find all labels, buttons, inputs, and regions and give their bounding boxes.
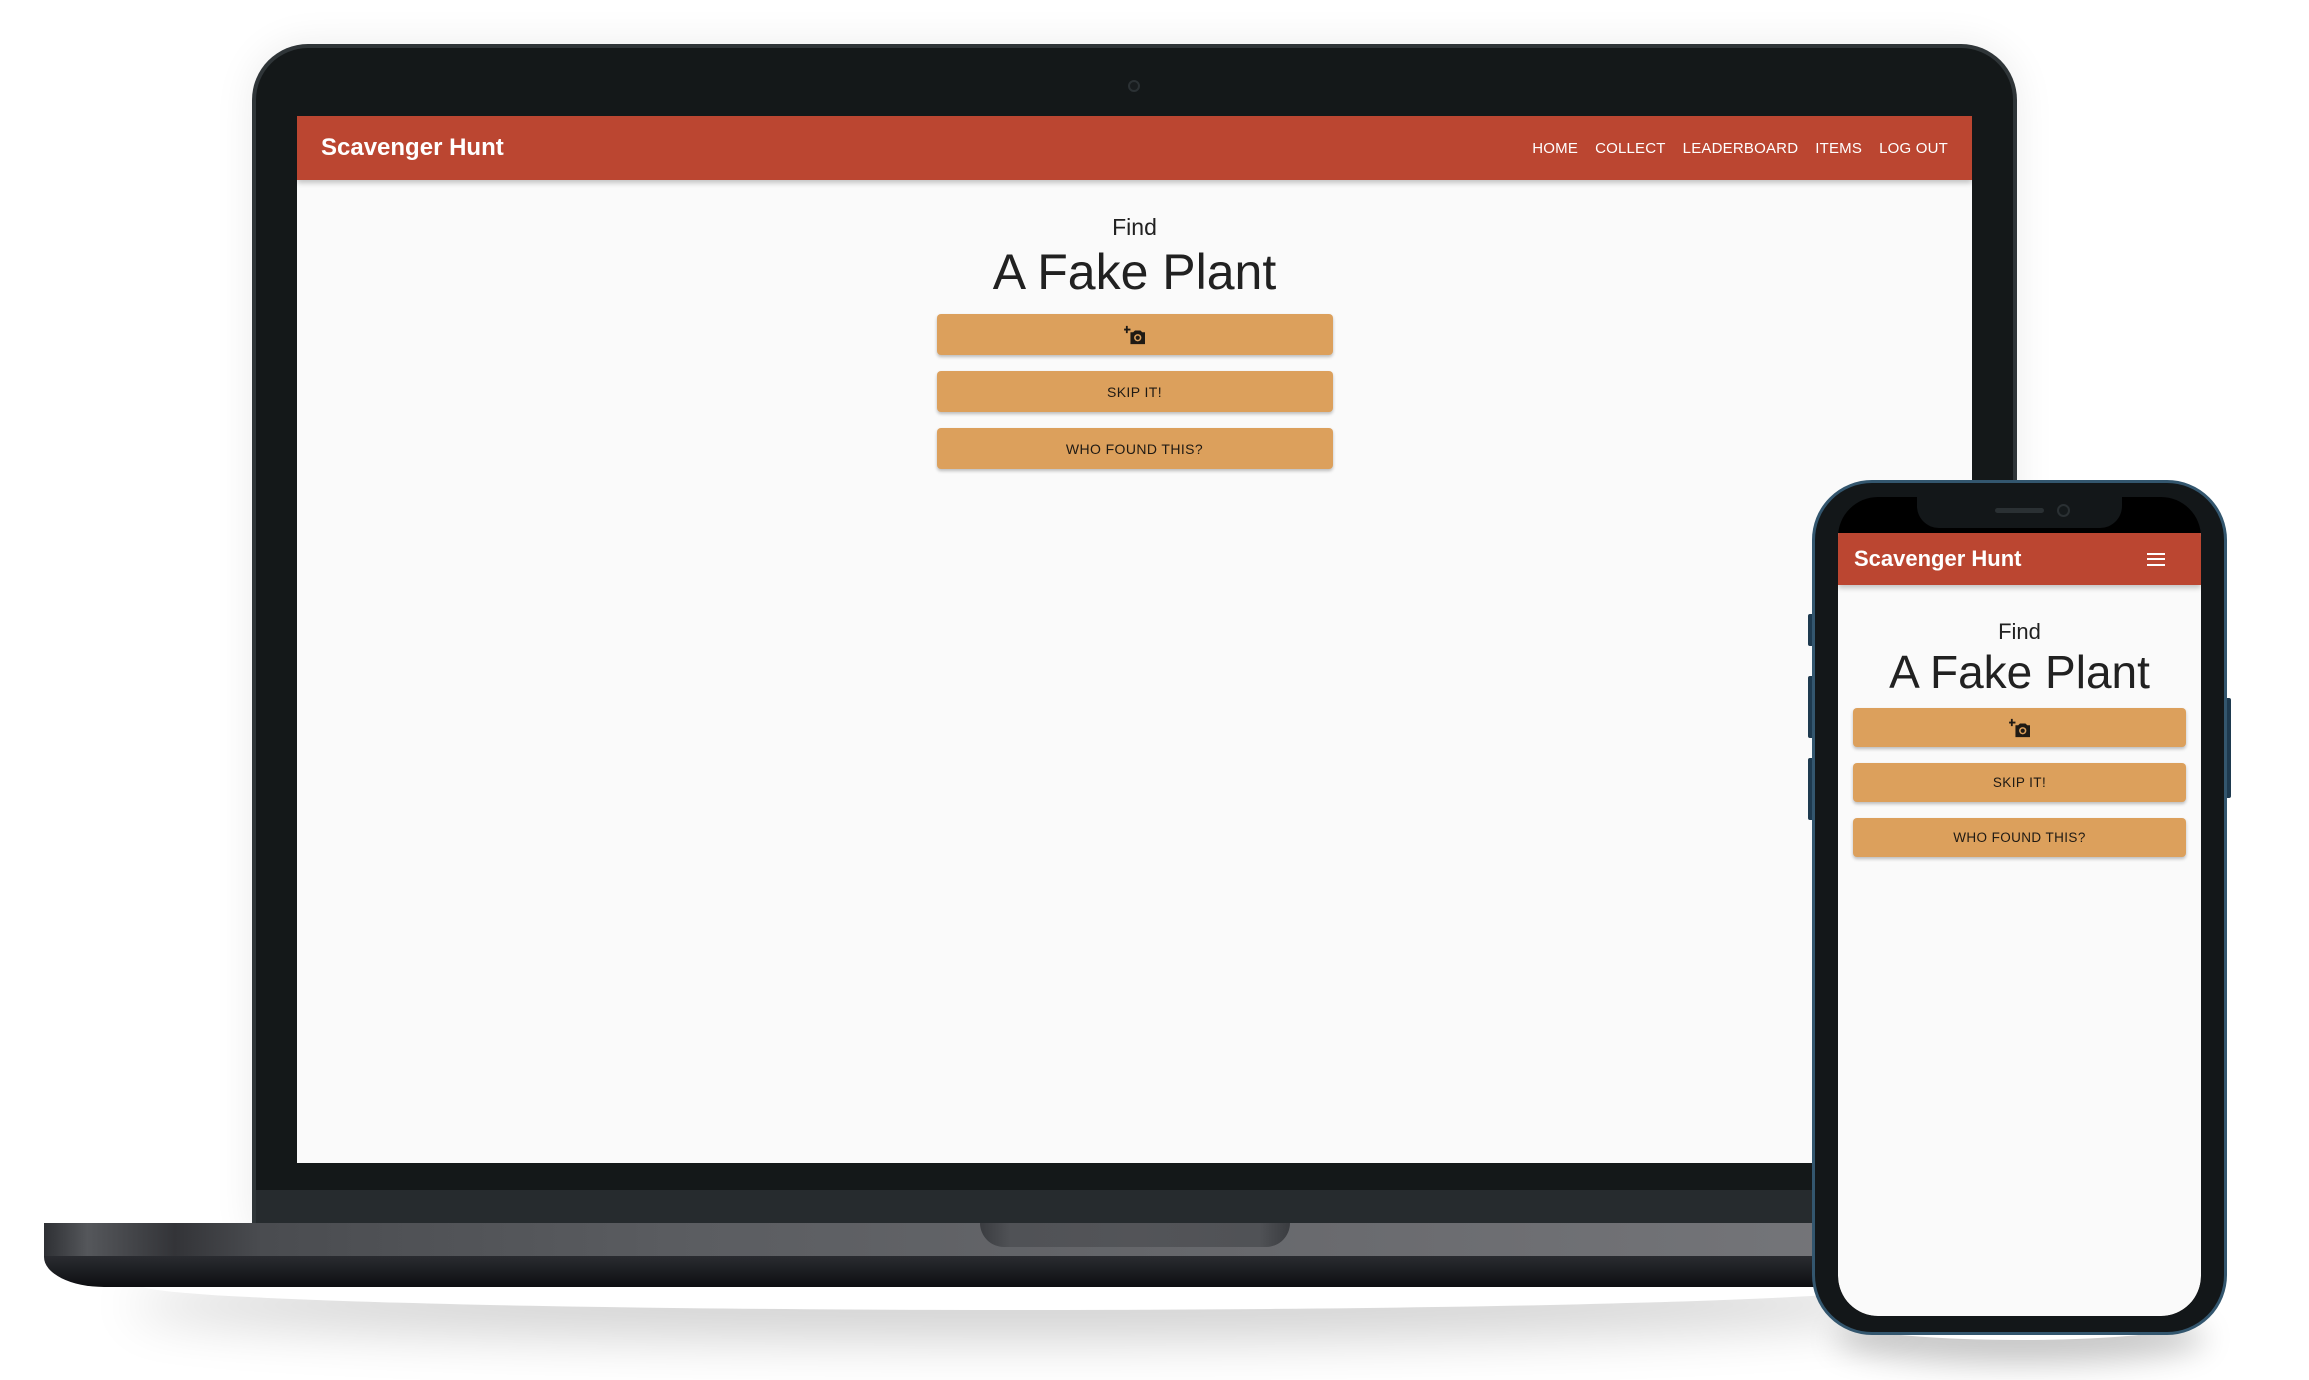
hamburger-menu-icon[interactable] <box>2147 552 2165 566</box>
nav-leaderboard[interactable]: Leaderboard <box>1683 140 1799 157</box>
nav-items[interactable]: Items <box>1815 140 1862 157</box>
main-nav: Home Collect Leaderboard Items Log out <box>1532 140 1948 157</box>
find-label: Find <box>1998 619 2041 644</box>
laptop-notch <box>980 1223 1290 1247</box>
add-a-photo-icon <box>1123 325 1145 344</box>
skip-button[interactable]: Skip it! <box>936 371 1333 412</box>
app-title[interactable]: Scavenger Hunt <box>321 134 504 162</box>
phone-screen: Scavenger Hunt Find A Fake Plant Skip it… <box>1838 497 2201 1316</box>
phone-viewport: Scavenger Hunt Find A Fake Plant Skip it… <box>1838 533 2201 1316</box>
add-a-photo-icon <box>2008 718 2030 737</box>
app-header: Scavenger Hunt Home Collect Leaderboard … <box>297 116 1972 180</box>
phone-speaker <box>1995 508 2044 513</box>
who-found-this-button[interactable]: Who found this? <box>936 428 1333 469</box>
laptop-screen: Scavenger Hunt Home Collect Leaderboard … <box>297 116 1972 1163</box>
action-buttons: Skip it! Who found this? <box>297 314 1972 469</box>
app-header: Scavenger Hunt <box>1838 533 2201 585</box>
nav-home[interactable]: Home <box>1532 140 1578 157</box>
add-photo-button[interactable] <box>936 314 1333 355</box>
phone-front-camera <box>2057 504 2070 517</box>
laptop-chin <box>256 1190 2013 1224</box>
find-panel: Find A Fake Plant Skip it! Who found thi… <box>1838 618 2201 857</box>
app-title[interactable]: Scavenger Hunt <box>1854 546 2022 572</box>
who-found-this-button[interactable]: Who found this? <box>1853 818 2186 857</box>
nav-log-out[interactable]: Log out <box>1879 140 1948 157</box>
laptop-camera <box>1128 80 1140 92</box>
action-buttons: Skip it! Who found this? <box>1838 708 2201 857</box>
find-label: Find <box>1112 214 1157 240</box>
target-item-name: A Fake Plant <box>992 244 1277 300</box>
add-photo-button[interactable] <box>1853 708 2186 747</box>
find-panel: Find A Fake Plant Skip it! Who found thi… <box>297 212 1972 469</box>
target-item-name: A Fake Plant <box>1889 646 2150 698</box>
nav-collect[interactable]: Collect <box>1595 140 1666 157</box>
skip-button[interactable]: Skip it! <box>1853 763 2186 802</box>
